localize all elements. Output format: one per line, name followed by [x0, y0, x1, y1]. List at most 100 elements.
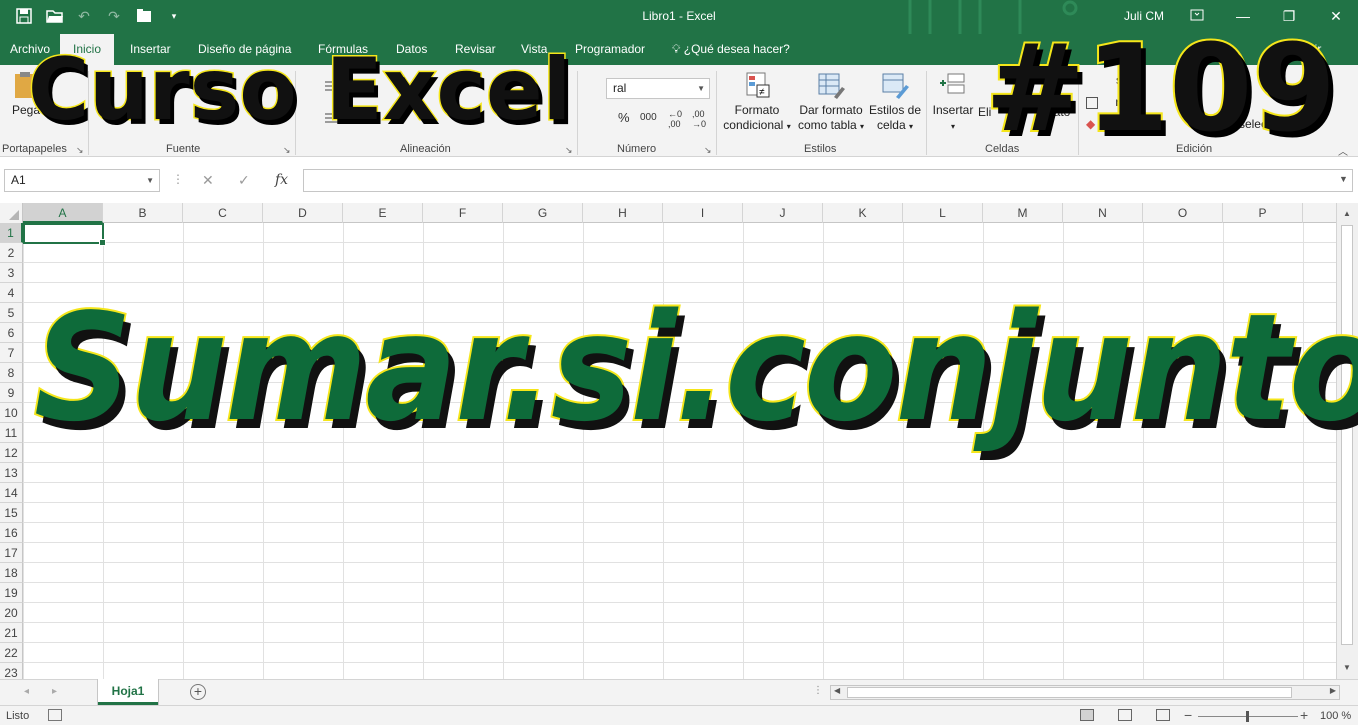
ribbon-display-icon[interactable]	[1185, 6, 1209, 26]
find-select-button[interactable]: seleccionar ▾	[1236, 117, 1310, 133]
row-header[interactable]: 9	[0, 383, 23, 403]
row-header[interactable]: 13	[0, 463, 23, 483]
row-header[interactable]: 19	[0, 583, 23, 603]
column-header[interactable]: D	[263, 203, 343, 223]
active-cell-a1[interactable]	[23, 223, 106, 246]
dialog-launcher-icon[interactable]: ↘	[283, 145, 291, 156]
row-header[interactable]: 4	[0, 283, 23, 303]
column-header[interactable]: F	[423, 203, 503, 223]
sheet-tab-hoja1[interactable]: Hoja1	[98, 679, 158, 705]
column-header[interactable]: A	[23, 203, 103, 223]
page-layout-view-icon[interactable]	[1118, 709, 1132, 721]
dialog-launcher-icon[interactable]: ↘	[76, 145, 84, 156]
row-header[interactable]: 16	[0, 523, 23, 543]
collapse-ribbon-icon[interactable]: ︿	[1338, 143, 1348, 158]
scroll-down-icon[interactable]: ▼	[1343, 663, 1351, 672]
vertical-scrollbar[interactable]: ▲ ▼	[1336, 203, 1358, 679]
number-format-select[interactable]: ral ▼	[606, 78, 710, 99]
vertical-scroll-thumb[interactable]	[1341, 225, 1353, 645]
tab-revisar[interactable]: Revisar	[445, 34, 506, 65]
row-header[interactable]: 18	[0, 563, 23, 583]
prev-sheet-icon[interactable]: ◂	[24, 686, 29, 697]
column-header[interactable]: G	[503, 203, 583, 223]
column-header[interactable]: I	[663, 203, 743, 223]
scroll-up-icon[interactable]: ▲	[1343, 209, 1351, 218]
column-header[interactable]: P	[1223, 203, 1303, 223]
tab-archivo[interactable]: Archivo	[0, 34, 60, 65]
row-header[interactable]: 22	[0, 643, 23, 663]
row-header[interactable]: 11	[0, 423, 23, 443]
clear-button[interactable]: ◆ rar ▾	[1086, 117, 1146, 133]
tab-programador[interactable]: Programador	[565, 34, 655, 65]
sort-filter-button[interactable]: trar ▾	[1190, 117, 1226, 133]
row-header[interactable]: 3	[0, 263, 23, 283]
column-header[interactable]: L	[903, 203, 983, 223]
row-header[interactable]: 5	[0, 303, 23, 323]
row-header[interactable]: 14	[0, 483, 23, 503]
zoom-slider-knob[interactable]	[1246, 711, 1249, 722]
autosum-button[interactable]: su	[1086, 73, 1146, 88]
row-header[interactable]: 1	[0, 223, 23, 243]
column-header[interactable]: N	[1063, 203, 1143, 223]
column-header[interactable]: E	[343, 203, 423, 223]
row-header[interactable]: 12	[0, 443, 23, 463]
user-name[interactable]: Juli CM	[1124, 9, 1164, 23]
tab-diseno-pagina[interactable]: Diseño de página	[188, 34, 301, 65]
format-cells-button[interactable]: mato	[1040, 105, 1074, 120]
column-header[interactable]: O	[1143, 203, 1223, 223]
page-break-view-icon[interactable]	[1156, 709, 1170, 721]
close-icon[interactable]: ✕	[1324, 6, 1348, 26]
minimize-icon[interactable]: —	[1231, 6, 1255, 26]
row-header[interactable]: 10	[0, 403, 23, 423]
zoom-in-icon[interactable]: +	[1300, 707, 1308, 723]
share-button[interactable]: partir	[1294, 34, 1321, 65]
dialog-launcher-icon[interactable]: ↘	[704, 145, 712, 156]
tab-datos[interactable]: Datos	[386, 34, 437, 65]
normal-view-icon[interactable]	[1080, 709, 1094, 721]
next-sheet-icon[interactable]: ▸	[52, 686, 57, 697]
row-header[interactable]: 20	[0, 603, 23, 623]
row-header[interactable]: 17	[0, 543, 23, 563]
horizontal-scroll-thumb[interactable]	[847, 687, 1292, 698]
conditional-format-button[interactable]: ≠ Formato condicional ▾	[720, 71, 794, 134]
row-header[interactable]: 6	[0, 323, 23, 343]
cell-styles-button[interactable]: Estilos de celda ▾	[866, 71, 924, 134]
row-header[interactable]: 15	[0, 503, 23, 523]
column-header[interactable]: M	[983, 203, 1063, 223]
row-header[interactable]: 21	[0, 623, 23, 643]
insert-function-icon[interactable]: fx	[275, 172, 288, 188]
column-header[interactable]: K	[823, 203, 903, 223]
formula-input[interactable]	[303, 169, 1353, 192]
zoom-out-icon[interactable]: −	[1184, 707, 1192, 723]
tab-formulas[interactable]: Fórmulas	[308, 34, 378, 65]
macro-record-icon[interactable]	[48, 709, 62, 721]
row-header[interactable]: 23	[0, 663, 23, 679]
column-header[interactable]: C	[183, 203, 263, 223]
add-sheet-icon[interactable]: +	[190, 684, 206, 700]
scroll-right-icon[interactable]: ▶	[1330, 686, 1336, 695]
restore-icon[interactable]: ❐	[1277, 6, 1301, 26]
align-center-icon[interactable]	[324, 111, 340, 125]
scroll-left-icon[interactable]: ◀	[834, 686, 840, 695]
insert-cells-button[interactable]: Insertar ▾	[930, 71, 976, 134]
increase-decimal-icon[interactable]: ←0,00	[668, 109, 682, 129]
thousands-separator-button[interactable]: 000	[640, 112, 657, 123]
split-handle-icon[interactable]: ⋮	[813, 685, 823, 696]
tell-me-search[interactable]: 💡︎ ¿Qué desea hacer?	[672, 34, 790, 65]
delete-cells-button[interactable]: Eli	[978, 105, 1008, 120]
select-all-button[interactable]	[0, 203, 23, 223]
row-header[interactable]: 7	[0, 343, 23, 363]
percent-style-button[interactable]: %	[618, 110, 630, 125]
row-header[interactable]: 2	[0, 243, 23, 263]
decrease-decimal-icon[interactable]: ,00 →0	[692, 109, 706, 129]
column-header[interactable]: J	[743, 203, 823, 223]
zoom-level[interactable]: 100 %	[1320, 710, 1351, 722]
expand-formula-bar-icon[interactable]: ▼	[1339, 174, 1348, 184]
column-header[interactable]: H	[583, 203, 663, 223]
align-top-icon[interactable]	[324, 79, 340, 93]
dialog-launcher-icon[interactable]: ↘	[565, 145, 573, 156]
name-box[interactable]: A1 ▼	[4, 169, 160, 192]
enter-icon[interactable]: ✓	[238, 172, 250, 189]
tab-insertar[interactable]: Insertar	[120, 34, 181, 65]
format-as-table-button[interactable]: Dar formato como tabla ▾	[796, 71, 866, 134]
